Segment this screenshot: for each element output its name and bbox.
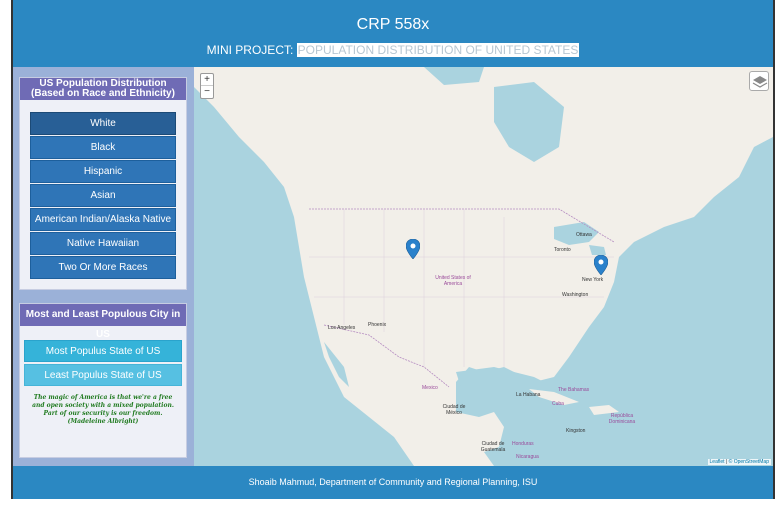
zoom-in-button[interactable]: +	[201, 74, 213, 86]
page-header: CRP 558x MINI PROJECT: POPULATION DISTRI…	[13, 0, 773, 67]
race-button-white[interactable]: White	[30, 112, 176, 135]
map-marker-denver[interactable]	[406, 239, 420, 259]
most-populous-button[interactable]: Most Populus State of US	[24, 340, 182, 362]
label-toronto: Toronto	[554, 247, 571, 253]
subtitle-highlight: POPULATION DISTRIBUTION OF UNITED STATES	[296, 43, 580, 57]
map-marker-new-york[interactable]	[594, 255, 608, 275]
label-united-states: United States of America	[435, 275, 471, 287]
race-button-american-indian[interactable]: American Indian/Alaska Native	[30, 208, 176, 231]
quote-text: The magic of America is that we're a fre…	[32, 394, 174, 425]
label-the-bahamas: The Bahamas	[558, 387, 590, 393]
label-mexico: Mexico	[422, 385, 438, 391]
map-view[interactable]: Ottawa Toronto New York Washington Unite…	[194, 67, 773, 466]
subtitle-prefix: MINI PROJECT:	[206, 43, 297, 57]
attribution-osm-link[interactable]: © OpenStreetMap	[729, 459, 769, 465]
label-kingston: Kingston	[566, 428, 586, 434]
map-attribution: Leaflet | © OpenStreetMap	[707, 459, 771, 465]
label-new-york: New York	[582, 277, 604, 283]
layers-icon	[752, 76, 768, 88]
sidebar: US Population Distribution (Based on Rac…	[13, 67, 194, 466]
map-basemap	[194, 67, 773, 466]
label-la-habana: La Habana	[516, 392, 541, 398]
label-cuba: Cuba	[552, 401, 564, 407]
race-panel-heading: US Population Distribution (Based on Rac…	[20, 78, 186, 100]
zoom-out-button[interactable]: −	[201, 86, 213, 98]
race-button-native-hawaiian[interactable]: Native Hawaiian	[30, 232, 176, 255]
attribution-leaflet-link[interactable]: Leaflet	[710, 459, 725, 465]
layers-control-button[interactable]	[749, 71, 769, 91]
label-phoenix: Phoenix	[368, 322, 387, 328]
label-washington: Washington	[562, 292, 589, 298]
label-ottawa: Ottawa	[576, 232, 592, 238]
race-button-list: White Black Hispanic Asian American Indi…	[20, 100, 186, 279]
page-title: CRP 558x	[356, 16, 430, 33]
least-populous-button[interactable]: Least Populus State of US	[24, 364, 182, 386]
page-subtitle: MINI PROJECT: POPULATION DISTRIBUTION OF…	[13, 43, 773, 57]
app-frame: CRP 558x MINI PROJECT: POPULATION DISTRI…	[11, 0, 775, 499]
label-republica-dominicana: República Dominicana	[608, 413, 636, 425]
zoom-control: + −	[200, 73, 214, 99]
label-nicaragua: Nicaragua	[516, 454, 539, 460]
page-footer: Shoaib Mahmud, Department of Community a…	[13, 466, 773, 499]
city-panel: Most and Least Populous City in US Most …	[19, 303, 187, 458]
city-panel-heading: Most and Least Populous City in US	[20, 304, 186, 340]
race-button-hispanic[interactable]: Hispanic	[30, 160, 176, 183]
race-panel: US Population Distribution (Based on Rac…	[19, 77, 187, 290]
label-honduras: Honduras	[512, 441, 534, 447]
race-button-black[interactable]: Black	[30, 136, 176, 159]
label-ciudad-de-guatemala: Ciudad de Guatemala	[480, 441, 506, 453]
label-ciudad-de-mexico: Ciudad de México	[442, 404, 466, 416]
race-button-asian[interactable]: Asian	[30, 184, 176, 207]
label-los-angeles: Los Angeles	[328, 325, 356, 331]
race-button-two-or-more[interactable]: Two Or More Races	[30, 256, 176, 279]
